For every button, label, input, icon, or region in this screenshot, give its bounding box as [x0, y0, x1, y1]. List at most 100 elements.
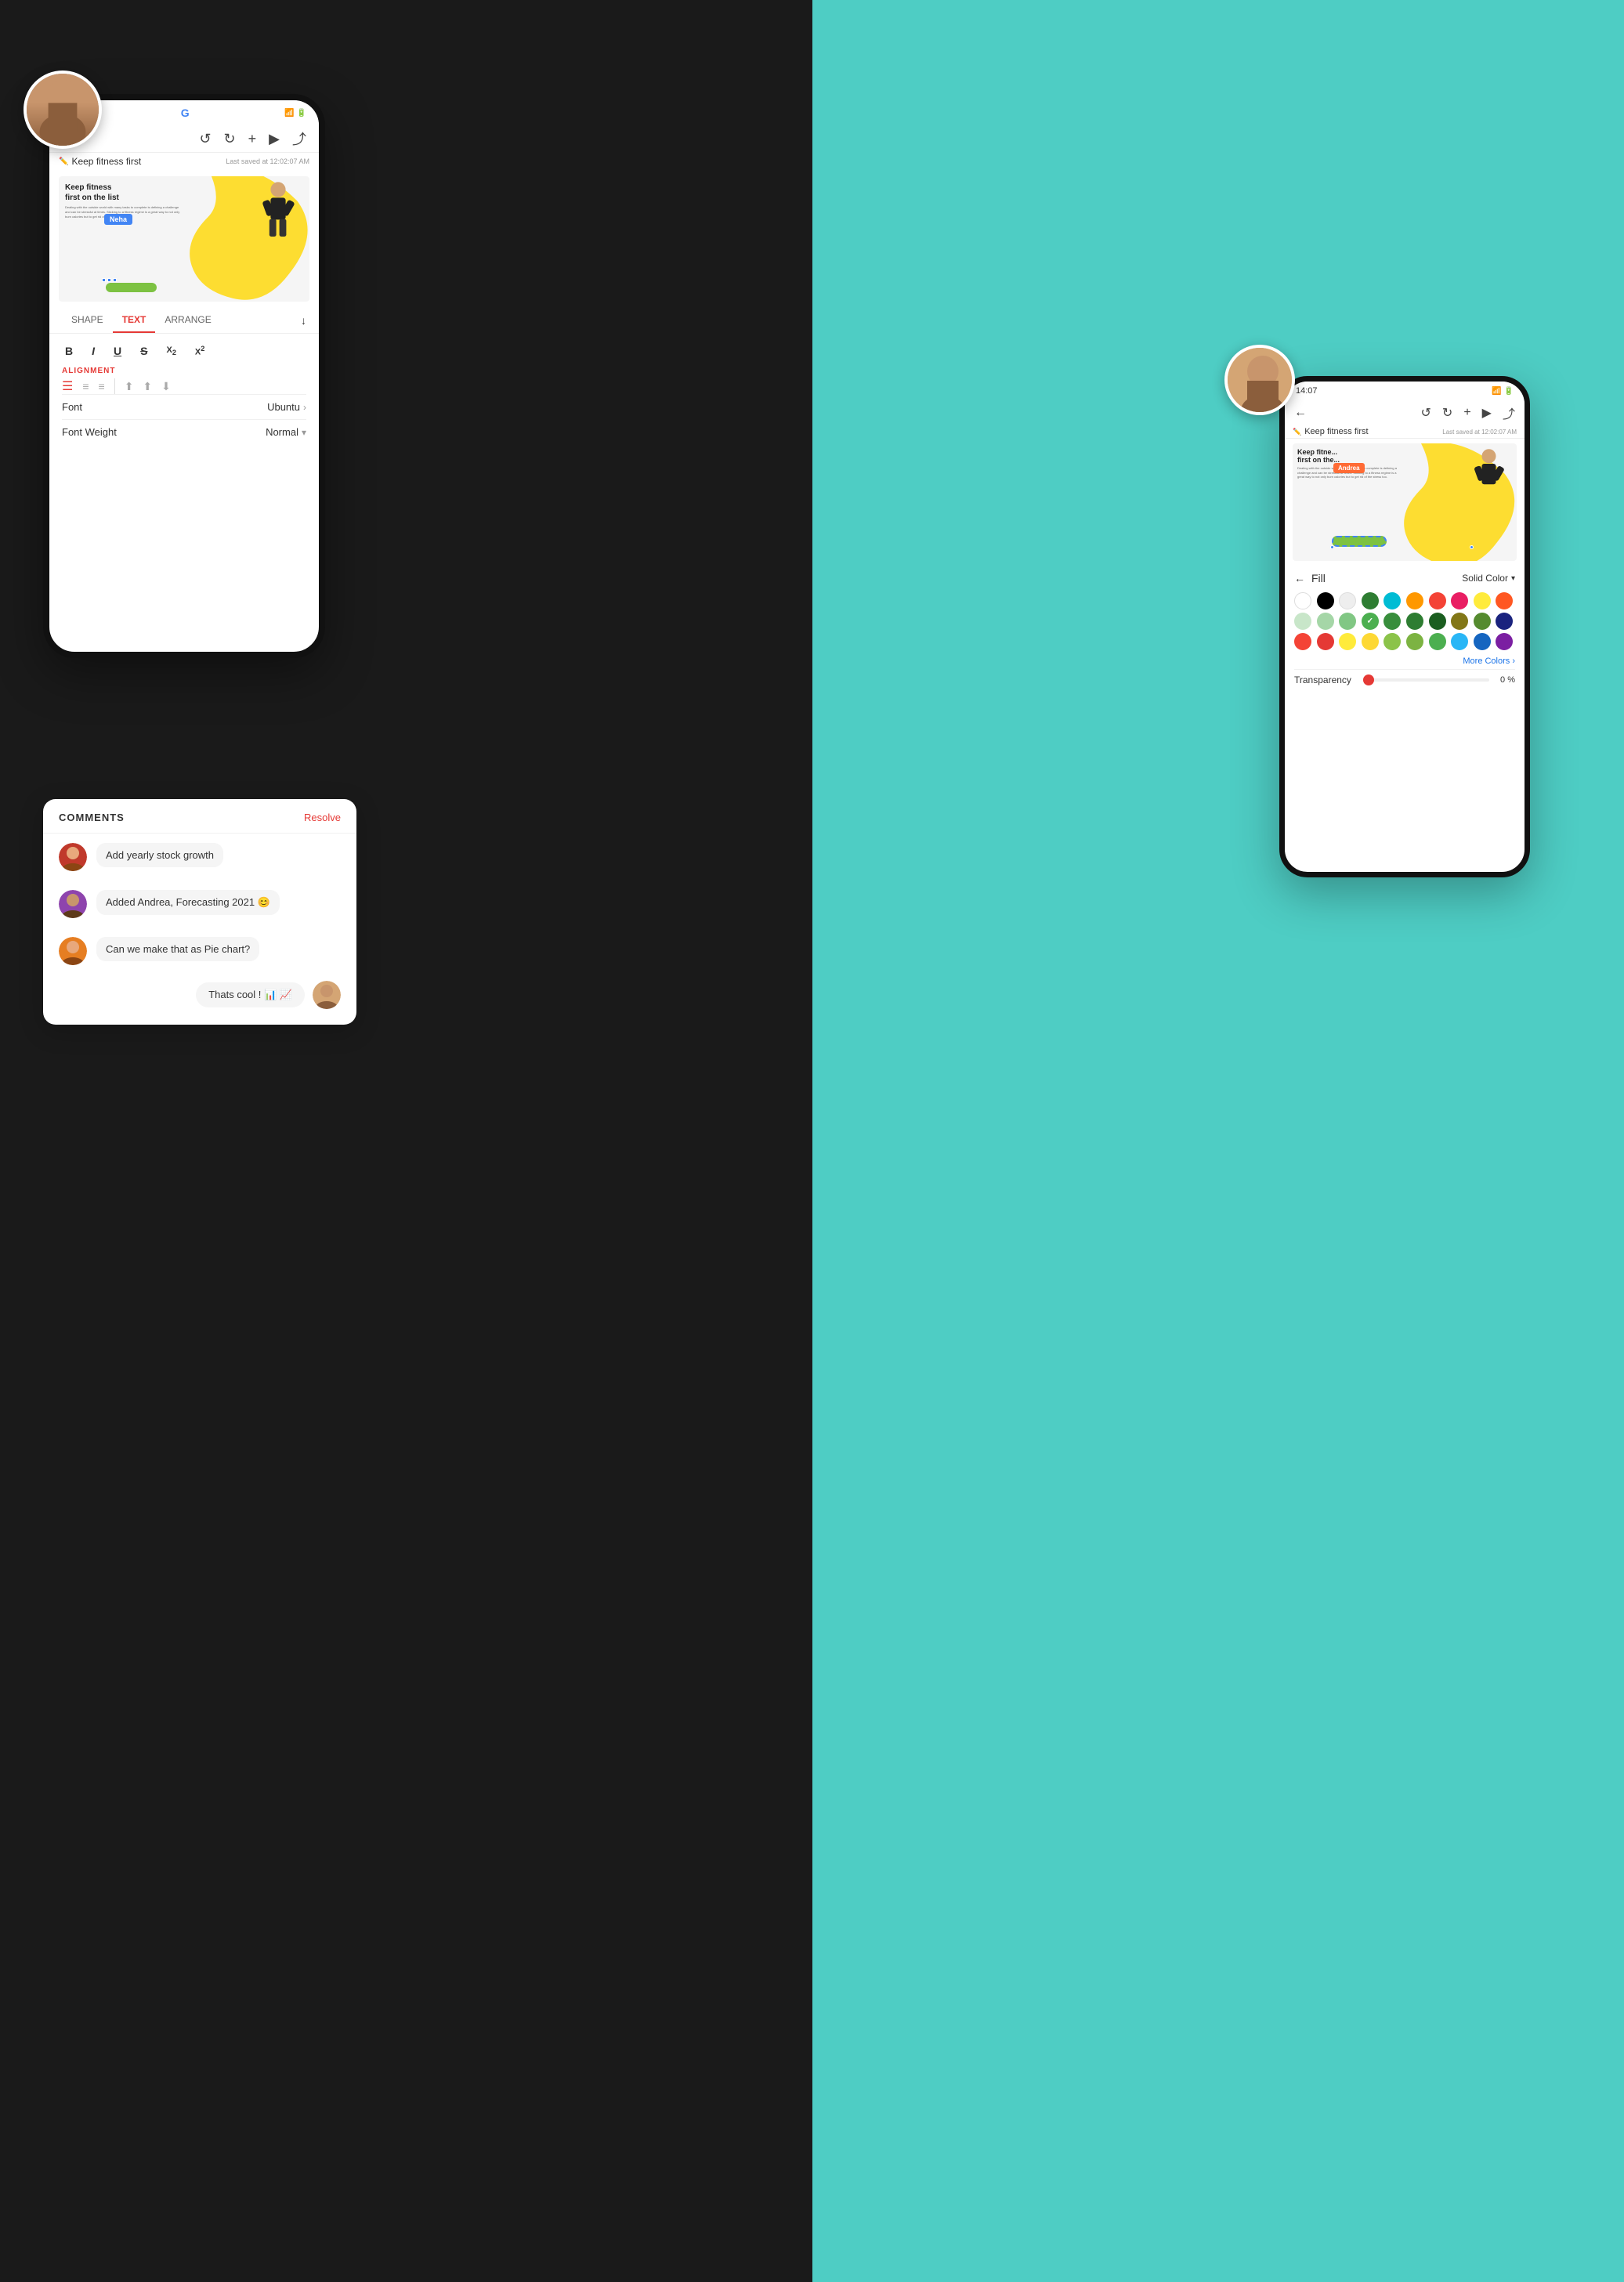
phone2-last-saved: Last saved at 12:02:07 AM	[1442, 429, 1517, 436]
edit-icon: ✏️	[59, 157, 68, 166]
align-bottom-button[interactable]: ⬇	[161, 380, 171, 393]
transparency-value: 0 %	[1496, 675, 1515, 685]
phone2-doc-title[interactable]: Keep fitness first	[1304, 427, 1368, 436]
align-top-button[interactable]: ⬆	[125, 380, 134, 393]
color-green7[interactable]	[1429, 613, 1446, 630]
color-deeporange[interactable]	[1496, 592, 1513, 609]
subscript-button[interactable]: X2	[163, 344, 179, 358]
phone2-undo-icon[interactable]: ↺	[1421, 405, 1431, 421]
color-yellow3[interactable]	[1339, 633, 1356, 650]
align-left-button[interactable]: ☰	[62, 378, 73, 394]
reply-avatar	[313, 981, 341, 1009]
add-icon[interactable]: +	[248, 131, 257, 147]
fill-back-icon[interactable]: ←	[1294, 572, 1305, 584]
comment-text-3: Can we make that as Pie chart?	[106, 943, 250, 955]
font-weight-label: Font Weight	[62, 426, 117, 438]
tab-arrange[interactable]: ARRANGE	[155, 308, 220, 333]
comments-title: COMMENTS	[59, 812, 125, 823]
fill-title: Fill	[1311, 572, 1326, 584]
color-green4-selected[interactable]	[1362, 613, 1379, 630]
color-darkgreen[interactable]	[1362, 592, 1379, 609]
color-green3[interactable]	[1339, 613, 1356, 630]
avatar-2	[1224, 345, 1295, 415]
color-red4[interactable]	[1317, 633, 1334, 650]
fill-type-selector[interactable]: Solid Color ▾	[1462, 573, 1515, 584]
transparency-thumb[interactable]	[1363, 674, 1374, 685]
transparency-row: Transparency 0 %	[1294, 669, 1515, 690]
download-icon[interactable]: ↓	[301, 314, 306, 327]
color-orange[interactable]	[1406, 592, 1423, 609]
phone2-toolbar: ← ↺ ↻ + ▶ ⤴	[1285, 400, 1525, 425]
redo-icon[interactable]: ↻	[224, 131, 236, 147]
fill-header: ← Fill Solid Color ▾	[1294, 572, 1515, 584]
undo-icon[interactable]: ↺	[199, 131, 211, 147]
color-lightgreen8[interactable]	[1383, 633, 1401, 650]
phone2-share-icon[interactable]: ⤴	[1503, 403, 1515, 422]
color-lightgreen1[interactable]	[1294, 613, 1311, 630]
font-label: Font	[62, 401, 82, 413]
transparency-label: Transparency	[1294, 674, 1357, 685]
phone2-play-icon[interactable]: ▶	[1482, 405, 1492, 421]
avatar-1	[24, 71, 102, 149]
color-lightgreen9[interactable]	[1406, 633, 1423, 650]
phone2-canvas: Keep fitne...first on the... Dealing wit…	[1293, 443, 1517, 561]
color-red2[interactable]	[1429, 592, 1446, 609]
font-property-row: Font Ubuntu ›	[62, 394, 306, 419]
share-icon[interactable]: ⤴	[292, 128, 306, 149]
back-icon[interactable]: ←	[1294, 406, 1307, 420]
color-red3[interactable]	[1294, 633, 1311, 650]
comments-panel: COMMENTS Resolve Add yearly stock growth…	[43, 799, 356, 1025]
color-green5[interactable]	[1383, 613, 1401, 630]
color-skyblue[interactable]	[1451, 633, 1468, 650]
font-value-row[interactable]: Ubuntu ›	[267, 401, 306, 413]
color-cyan[interactable]	[1383, 592, 1401, 609]
phone1-title-bar: ✏️ Keep fitness first Last saved at 12:0…	[49, 153, 319, 170]
reply-bubble: Thats cool ! 📊 📈	[196, 982, 305, 1007]
comment-bubble-2: Added Andrea, Forecasting 2021 😊	[96, 890, 280, 915]
color-lightgreen2[interactable]	[1317, 613, 1334, 630]
font-weight-property-row: Font Weight Normal ▾	[62, 419, 306, 444]
superscript-button[interactable]: X2	[192, 343, 208, 359]
phone1-tabs: SHAPE TEXT ARRANGE ↓	[49, 308, 319, 334]
color-grid-row2	[1294, 613, 1515, 630]
tab-shape[interactable]: SHAPE	[62, 308, 113, 333]
resolve-button[interactable]: Resolve	[304, 812, 341, 823]
color-green6[interactable]	[1406, 613, 1423, 630]
comment-bubble-1: Add yearly stock growth	[96, 843, 223, 867]
comments-header: COMMENTS Resolve	[43, 799, 356, 834]
comment-text-1: Add yearly stock growth	[106, 849, 214, 861]
tab-text[interactable]: TEXT	[113, 308, 156, 333]
color-olive[interactable]	[1451, 613, 1468, 630]
color-lightgray[interactable]	[1339, 592, 1356, 609]
play-icon[interactable]: ▶	[269, 131, 280, 147]
align-middle-button[interactable]: ⬆	[143, 380, 152, 393]
color-darkblue[interactable]	[1474, 633, 1491, 650]
phone2-redo-icon[interactable]: ↻	[1442, 405, 1452, 421]
transparency-slider[interactable]	[1363, 678, 1489, 682]
more-colors-link[interactable]: More Colors ›	[1294, 653, 1515, 669]
color-yellow4[interactable]	[1362, 633, 1379, 650]
comment-reply: Thats cool ! 📊 📈	[43, 975, 356, 1009]
strikethrough-button[interactable]: S	[137, 343, 150, 359]
color-darknavy[interactable]	[1496, 613, 1513, 630]
color-purple[interactable]	[1496, 633, 1513, 650]
align-right-button[interactable]: ≡	[99, 380, 105, 392]
color-white[interactable]	[1294, 592, 1311, 609]
color-green10[interactable]	[1429, 633, 1446, 650]
phone2-add-icon[interactable]: +	[1463, 406, 1470, 420]
phone1-doc-title[interactable]: Keep fitness first	[71, 156, 141, 167]
italic-button[interactable]: I	[89, 343, 98, 359]
color-black[interactable]	[1317, 592, 1334, 609]
color-darkolive[interactable]	[1474, 613, 1491, 630]
color-yellow2[interactable]	[1474, 592, 1491, 609]
bold-button[interactable]: B	[62, 343, 76, 359]
align-center-button[interactable]: ≡	[82, 380, 89, 392]
color-grid-row3	[1294, 633, 1515, 650]
phone-2: 14:07 📶 🔋 ← ↺ ↻ + ▶ ⤴ ✏️ Keep fitness fi…	[1279, 376, 1530, 877]
color-pink[interactable]	[1451, 592, 1468, 609]
underline-button[interactable]: U	[110, 343, 125, 359]
phone2-time: 14:07	[1296, 386, 1318, 396]
font-weight-value-row[interactable]: Normal ▾	[266, 426, 306, 438]
comment-avatar-2	[59, 890, 87, 918]
comment-text-2: Added Andrea, Forecasting 2021 😊	[106, 896, 270, 908]
